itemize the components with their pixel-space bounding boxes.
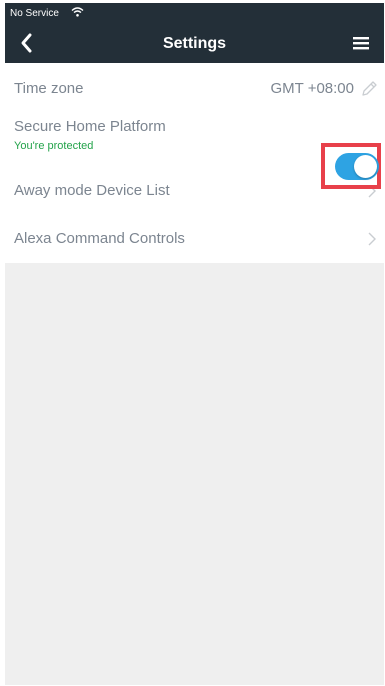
navigation-bar: No Service Settings bbox=[5, 3, 384, 63]
chevron-right-icon bbox=[368, 232, 376, 246]
alexa-controls-row[interactable]: Alexa Command Controls bbox=[5, 215, 384, 263]
protection-status: You're protected bbox=[14, 140, 94, 152]
wifi-icon bbox=[71, 7, 84, 17]
secure-home-label: Secure Home Platform bbox=[14, 118, 166, 135]
toggle-knob bbox=[354, 155, 377, 178]
alexa-controls-label: Alexa Command Controls bbox=[14, 230, 185, 247]
away-mode-label: Away mode Device List bbox=[14, 182, 170, 199]
pencil-icon[interactable] bbox=[360, 80, 378, 98]
timezone-row[interactable]: Time zone GMT +08:00 bbox=[5, 63, 384, 115]
carrier-status: No Service bbox=[10, 8, 59, 19]
page-title: Settings bbox=[162, 35, 227, 52]
toggle-highlight-box bbox=[321, 143, 381, 189]
secure-home-toggle[interactable] bbox=[335, 153, 379, 180]
timezone-value: GMT +08:00 bbox=[270, 80, 354, 97]
hamburger-menu-icon[interactable] bbox=[351, 34, 371, 52]
app-screen: No Service Settings Time zone GMT +08:00 bbox=[5, 3, 384, 685]
timezone-label: Time zone bbox=[14, 80, 84, 97]
